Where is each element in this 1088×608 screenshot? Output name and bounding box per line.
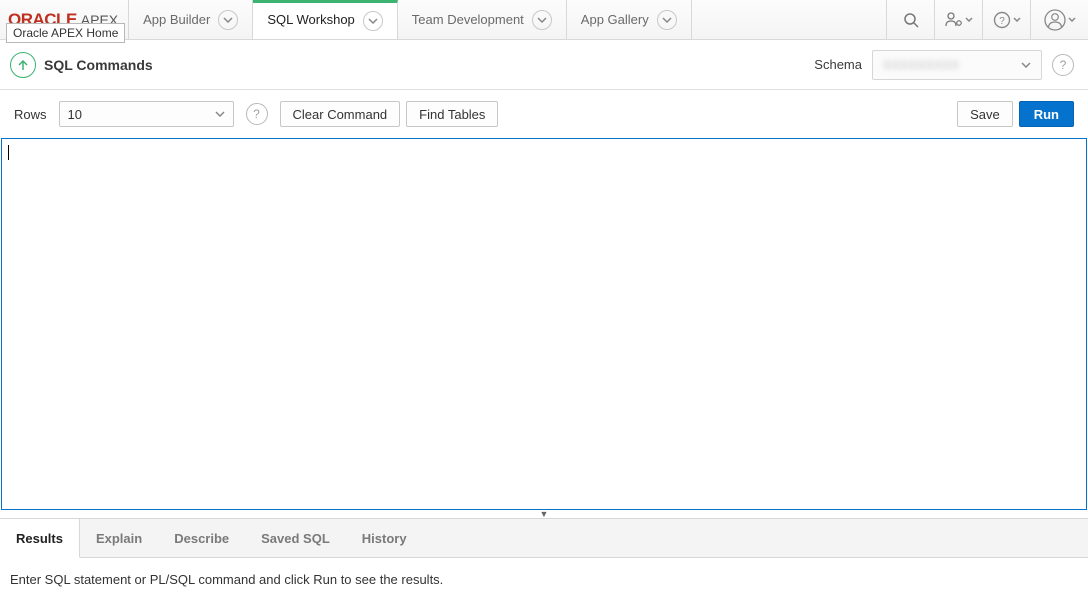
tab-explain[interactable]: Explain: [80, 519, 158, 557]
schema-selector-group: Schema XXXXXXXXX ?: [814, 50, 1074, 80]
help-menu[interactable]: ?: [982, 0, 1030, 39]
help-icon: ?: [993, 11, 1011, 29]
search-icon: [903, 12, 919, 28]
tab-saved-sql[interactable]: Saved SQL: [245, 519, 346, 557]
page-title: SQL Commands: [44, 57, 153, 73]
tab-sql-workshop[interactable]: SQL Workshop: [253, 0, 397, 39]
tab-label: App Gallery: [581, 12, 649, 27]
svg-text:?: ?: [999, 16, 1005, 27]
clear-command-button[interactable]: Clear Command: [280, 101, 401, 127]
find-tables-button[interactable]: Find Tables: [406, 101, 498, 127]
tab-results[interactable]: Results: [0, 519, 80, 558]
top-navigation: ORACLE APEX Oracle APEX Home App Builder…: [0, 0, 1088, 40]
results-placeholder: Enter SQL statement or PL/SQL command an…: [10, 572, 443, 587]
logo-home-link[interactable]: ORACLE APEX Oracle APEX Home: [0, 0, 129, 39]
help-icon: ?: [1060, 58, 1067, 72]
chevron-down-icon: [1013, 17, 1021, 22]
tab-label: Team Development: [412, 12, 524, 27]
logo-tooltip: Oracle APEX Home: [6, 23, 125, 43]
schema-value: XXXXXXXXX: [883, 58, 960, 72]
topnav-right: ?: [886, 0, 1088, 39]
admin-icon: [945, 12, 963, 28]
chevron-down-icon[interactable]: [218, 10, 238, 30]
page-title-bar: SQL Commands Schema XXXXXXXXX ?: [0, 40, 1088, 90]
tab-team-development[interactable]: Team Development: [398, 0, 567, 39]
chevron-down-icon: [1021, 62, 1031, 68]
schema-select[interactable]: XXXXXXXXX: [872, 50, 1042, 80]
chevron-down-icon: [215, 111, 225, 117]
splitter-handle[interactable]: ▼: [0, 510, 1088, 518]
tab-label: SQL Workshop: [267, 12, 354, 27]
schema-help-button[interactable]: ?: [1052, 54, 1074, 76]
tab-history[interactable]: History: [346, 519, 423, 557]
save-button[interactable]: Save: [957, 101, 1013, 127]
arrow-up-icon: [17, 59, 29, 71]
search-button[interactable]: [886, 0, 934, 39]
chevron-down-icon: [965, 17, 973, 22]
up-level-button[interactable]: [10, 52, 36, 78]
sql-editor[interactable]: [1, 138, 1087, 510]
account-menu[interactable]: [1030, 0, 1088, 39]
rows-select[interactable]: 10: [59, 101, 234, 127]
command-button-group: Clear Command Find Tables: [280, 101, 499, 127]
results-panel: Enter SQL statement or PL/SQL command an…: [0, 558, 1088, 601]
toolbar-actions: Save Run: [957, 101, 1074, 127]
administration-menu[interactable]: [934, 0, 982, 39]
rows-label: Rows: [14, 107, 47, 122]
rows-value: 10: [68, 107, 82, 122]
help-icon: ?: [253, 107, 260, 121]
text-cursor: [8, 145, 9, 160]
chevron-down-icon: [1068, 17, 1076, 22]
chevron-down-icon[interactable]: [657, 10, 677, 30]
chevron-down-icon[interactable]: [532, 10, 552, 30]
primary-tabs: App Builder SQL Workshop Team Developmen…: [129, 0, 692, 39]
run-button[interactable]: Run: [1019, 101, 1074, 127]
tab-describe[interactable]: Describe: [158, 519, 245, 557]
command-toolbar: Rows 10 ? Clear Command Find Tables Save…: [0, 90, 1088, 138]
chevron-down-icon[interactable]: [363, 11, 383, 31]
tab-app-builder[interactable]: App Builder: [129, 0, 253, 39]
rows-help-button[interactable]: ?: [246, 103, 268, 125]
tab-app-gallery[interactable]: App Gallery: [567, 0, 692, 39]
result-tabs: Results Explain Describe Saved SQL Histo…: [0, 518, 1088, 558]
tab-label: App Builder: [143, 12, 210, 27]
user-avatar-icon: [1044, 9, 1066, 31]
schema-label: Schema: [814, 57, 862, 72]
